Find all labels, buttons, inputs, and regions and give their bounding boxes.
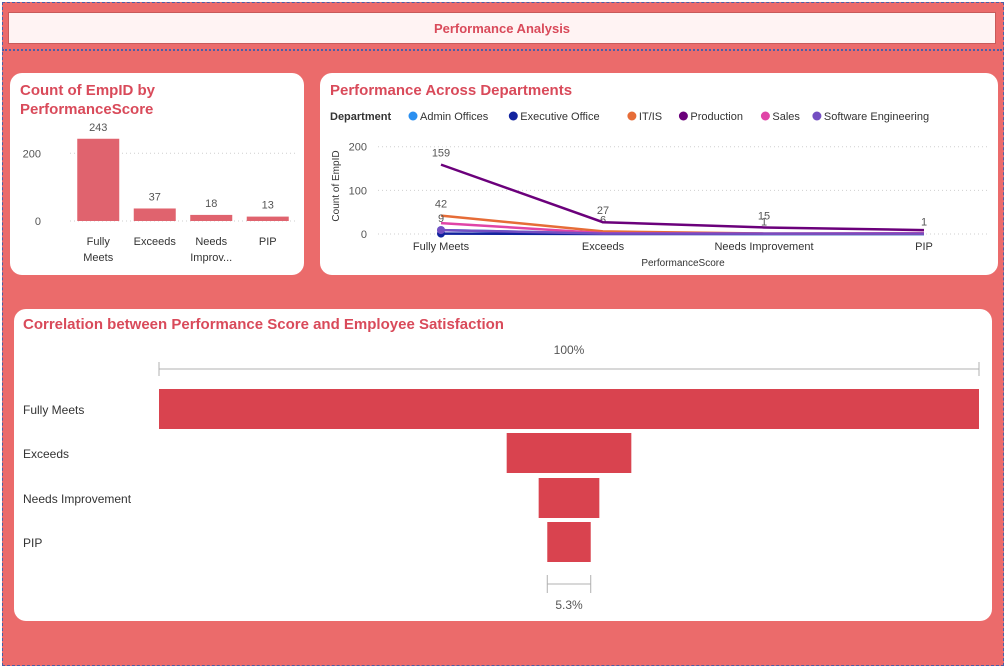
y-tick-label: 200 <box>349 142 367 154</box>
legend-marker <box>508 111 518 121</box>
x-axis-label: PerformanceScore <box>641 258 725 269</box>
legend-marker <box>812 111 822 121</box>
legend-item: IT/IS <box>639 111 662 123</box>
x-tick-label: Exceeds <box>582 241 625 253</box>
funnel-bar <box>506 433 632 473</box>
x-tick-label: Meets <box>83 252 113 264</box>
bar <box>190 214 233 221</box>
funnel-category-label: Exceeds <box>23 447 69 461</box>
legend-item: Production <box>690 111 743 123</box>
page-title: Performance Analysis <box>433 20 571 36</box>
series-line <box>440 163 925 232</box>
y-tick-label: 100 <box>349 185 367 197</box>
bar <box>133 208 176 221</box>
legend-marker <box>760 111 770 121</box>
legend-marker <box>678 111 688 121</box>
bar <box>246 216 289 221</box>
funnel-bar <box>538 478 600 518</box>
top-percent-label: 100% <box>554 343 585 357</box>
data-label: 9 <box>438 213 444 225</box>
data-label: 13 <box>262 200 274 212</box>
data-label: 42 <box>435 199 447 211</box>
funnel-category-label: PIP <box>23 536 42 550</box>
funnel-bar <box>547 522 591 562</box>
x-tick-label: Exceeds <box>134 236 177 248</box>
x-tick-label: Fully <box>87 236 111 248</box>
x-tick-label: Needs <box>195 236 227 248</box>
y-axis-label: Count of EmpID <box>331 150 342 221</box>
bar <box>77 138 120 221</box>
funnel-bar <box>159 389 979 429</box>
legend-item: Admin Offices <box>420 111 489 123</box>
bar-chart: 0 200 243 Fully Meets 37 Exceeds 18 Needs Improv.… <box>23 122 296 264</box>
legend-marker <box>627 111 637 121</box>
bar-chart-card[interactable]: Count of EmpID by PerformanceScore 0 200 2… <box>10 73 304 275</box>
data-label: 15 <box>758 210 770 222</box>
legend-item: Executive Office <box>520 111 599 123</box>
data-label: 27 <box>597 205 609 217</box>
data-label: 243 <box>89 122 107 134</box>
page-header: Performance Analysis <box>8 12 996 44</box>
legend-marker <box>408 111 418 121</box>
data-label: 1 <box>921 217 927 229</box>
funnel-category-label: Needs Improvement <box>23 492 132 506</box>
legend-title: Department <box>330 111 391 123</box>
line-chart: Department Admin Offices Executive Office I… <box>330 111 988 269</box>
y-tick-label: 200 <box>23 148 41 160</box>
x-tick-label: Improv... <box>190 252 232 264</box>
y-tick-label: 0 <box>35 216 41 228</box>
divider <box>2 49 1002 51</box>
x-tick-label: PIP <box>915 241 933 253</box>
line-chart-card[interactable]: Performance Across Departments Departmen… <box>320 73 998 275</box>
funnel-chart: 100% Fully Meets Exceeds Needs Improvement P… <box>23 343 980 612</box>
y-tick-label: 0 <box>361 229 367 241</box>
x-tick-label: Needs Improvement <box>714 241 813 253</box>
legend-item: Sales <box>772 111 800 123</box>
funnel-chart-card[interactable]: Correlation between Performance Score an… <box>14 309 992 621</box>
x-tick-label: Fully Meets <box>413 241 470 253</box>
data-label: 18 <box>205 198 217 210</box>
data-label: 159 <box>432 148 450 160</box>
funnel-category-label: Fully Meets <box>23 403 84 417</box>
legend-item: Software Engineering <box>824 111 929 123</box>
series-point <box>437 226 445 235</box>
bottom-percent-label: 5.3% <box>555 598 583 612</box>
data-label: 37 <box>149 191 161 203</box>
x-tick-label: PIP <box>259 236 277 248</box>
